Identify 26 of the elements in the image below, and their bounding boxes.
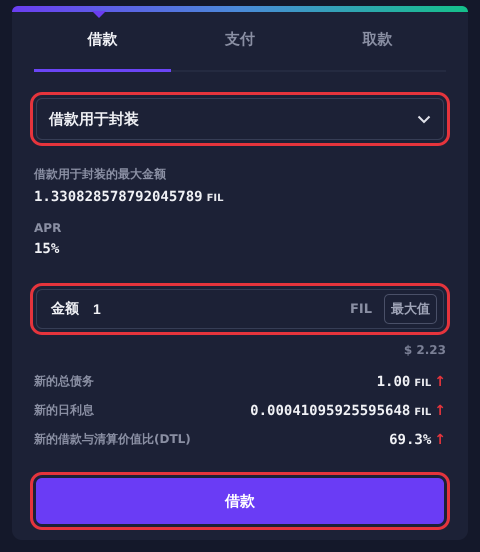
chevron-down-icon: [417, 114, 431, 124]
unit-label: FIL: [350, 302, 372, 316]
summary-value: 0.00041095925595648 FIL: [250, 402, 432, 418]
field-label: 借款用于封装的最大金额: [34, 166, 166, 183]
trend-arrow: ↑: [434, 432, 446, 448]
tab[interactable]: 借款: [34, 20, 172, 72]
tab[interactable]: 支付: [171, 20, 309, 72]
field-label: 金额: [51, 300, 79, 318]
trend-arrow: ↑: [434, 402, 446, 418]
amount-input[interactable]: 1: [91, 300, 338, 318]
max-button[interactable]: 最大值: [384, 294, 437, 324]
trend-arrow: ↑: [434, 374, 446, 390]
summary-label: 新的借款与清算价值比(DTL): [34, 431, 191, 448]
purpose-select[interactable]: 借款用于封装: [30, 92, 450, 146]
summary-label: 新的日利息: [34, 402, 94, 419]
field-value: 15%: [34, 241, 60, 257]
tab-pointer-icon: [92, 11, 106, 18]
field-value: 1.330828578792045789 FIL: [34, 189, 224, 205]
borrow-button[interactable]: 借款: [30, 472, 450, 530]
summary-label: 新的总债务: [34, 373, 94, 390]
amount-field[interactable]: 金额 1 FIL 最大值: [30, 283, 450, 335]
summary-value: 69.3%: [389, 432, 432, 448]
summary-value: 1.00 FIL: [376, 374, 432, 390]
usd-value: $ 2.23: [404, 343, 446, 357]
field-label: APR: [34, 221, 62, 235]
tab[interactable]: 取款: [308, 20, 446, 72]
